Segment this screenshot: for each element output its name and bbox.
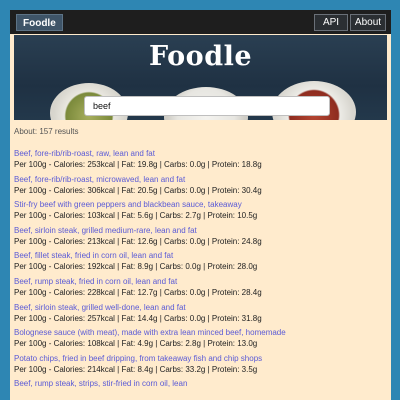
result-name-link[interactable]: Beef, fore-rib/rib-roast, raw, lean and …	[14, 148, 387, 159]
result-nutrition: Per 100g - Calories: 228kcal | Fat: 12.7…	[14, 287, 262, 297]
brand-link[interactable]: Foodle	[16, 14, 63, 31]
navbar: Foodle API About	[10, 10, 391, 34]
result-name-link[interactable]: Beef, fore-rib/rib-roast, microwaved, le…	[14, 174, 387, 185]
result-item: Bolognese sauce (with meat), made with e…	[14, 327, 387, 353]
result-name-link[interactable]: Beef, sirloin steak, grilled medium-rare…	[14, 225, 387, 236]
result-item: Beef, fore-rib/rib-roast, microwaved, le…	[14, 174, 387, 200]
result-name-link[interactable]: Beef, fillet steak, fried in corn oil, l…	[14, 250, 387, 261]
result-item: Beef, fillet steak, fried in corn oil, l…	[14, 250, 387, 276]
result-name-link[interactable]: Beef, rump steak, fried in corn oil, lea…	[14, 276, 387, 287]
results-list: Beef, fore-rib/rib-roast, raw, lean and …	[14, 148, 387, 400]
result-name-link[interactable]: Beef, sirloin steak, grilled well-done, …	[14, 302, 387, 313]
result-item: Potato chips, fried in beef dripping, fr…	[14, 353, 387, 379]
result-nutrition: Per 100g - Calories: 306kcal | Fat: 20.5…	[14, 185, 262, 195]
nav-about-link[interactable]: About	[350, 14, 386, 31]
result-nutrition: Per 100g - Calories: 257kcal | Fat: 14.4…	[14, 313, 262, 323]
result-name-link[interactable]: Potato chips, fried in beef dripping, fr…	[14, 353, 387, 364]
result-nutrition: Per 100g - Calories: 213kcal | Fat: 12.6…	[14, 236, 262, 246]
result-name-link[interactable]: Stir-fry beef with green peppers and bla…	[14, 199, 387, 210]
result-item: Beef, rump steak, strips, stir-fried in …	[14, 378, 387, 400]
result-item: Beef, sirloin steak, grilled medium-rare…	[14, 225, 387, 251]
result-nutrition: Per 100g - Calories: 103kcal | Fat: 5.6g…	[14, 211, 258, 221]
hero-title: Foodle	[148, 41, 253, 72]
result-name-link[interactable]: Beef, rump steak, strips, stir-fried in …	[14, 378, 387, 389]
results-count: About: 157 results	[14, 127, 79, 136]
nav-api-link[interactable]: API	[314, 14, 348, 31]
result-item: Beef, rump steak, fried in corn oil, lea…	[14, 276, 387, 302]
search-input[interactable]	[84, 96, 330, 116]
app-window: Foodle API About Foodle About: 157 resul…	[10, 10, 391, 400]
hero-banner: Foodle	[14, 35, 387, 120]
result-item: Beef, sirloin steak, grilled well-done, …	[14, 302, 387, 328]
result-nutrition: Per 100g - Calories: 214kcal | Fat: 8.4g…	[14, 364, 258, 374]
result-name-link[interactable]: Bolognese sauce (with meat), made with e…	[14, 327, 387, 338]
result-nutrition: Per 100g - Calories: 192kcal | Fat: 8.9g…	[14, 262, 258, 272]
result-item: Beef, fore-rib/rib-roast, raw, lean and …	[14, 148, 387, 174]
result-nutrition: Per 100g - Calories: 253kcal | Fat: 19.8…	[14, 160, 262, 169]
result-nutrition: Per 100g - Calories: 108kcal | Fat: 4.9g…	[14, 339, 258, 349]
result-item: Stir-fry beef with green peppers and bla…	[14, 199, 387, 225]
